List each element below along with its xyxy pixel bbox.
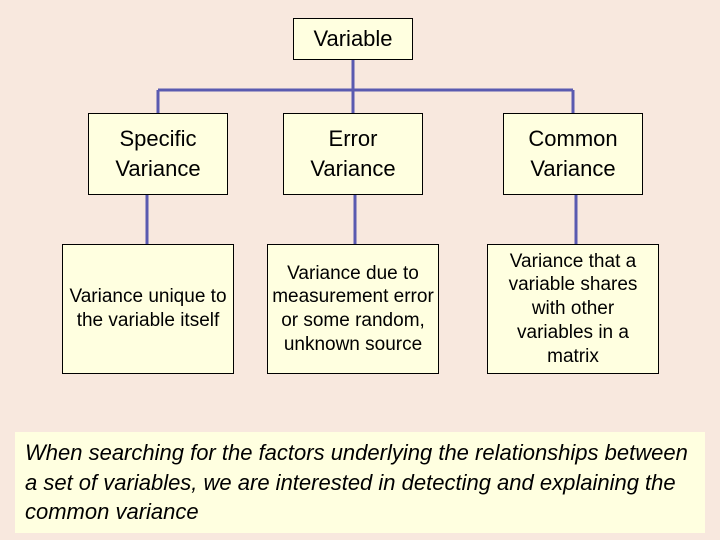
col3-desc-box: Variance that a variable shares with oth…	[487, 244, 659, 374]
col3-title-line2: Variance	[530, 154, 615, 184]
col1-title-line1: Specific	[119, 124, 196, 154]
caption-text: When searching for the factors underlyin…	[25, 440, 688, 524]
col3-desc: Variance that a variable shares with oth…	[492, 250, 654, 369]
root-label: Variable	[313, 26, 392, 52]
col1-desc-box: Variance unique to the variable itself	[62, 244, 234, 374]
col1-desc: Variance unique to the variable itself	[67, 285, 229, 333]
col2-title-line2: Variance	[310, 154, 395, 184]
col2-title-line1: Error	[329, 124, 378, 154]
col3-title-line1: Common	[528, 124, 617, 154]
root-box: Variable	[293, 18, 413, 60]
col2-title-box: Error Variance	[283, 113, 423, 195]
col2-desc: Variance due to measurement error or som…	[272, 262, 434, 357]
col2-desc-box: Variance due to measurement error or som…	[267, 244, 439, 374]
col1-title-box: Specific Variance	[88, 113, 228, 195]
col1-title-line2: Variance	[115, 154, 200, 184]
col3-title-box: Common Variance	[503, 113, 643, 195]
caption-box: When searching for the factors underlyin…	[15, 432, 705, 533]
